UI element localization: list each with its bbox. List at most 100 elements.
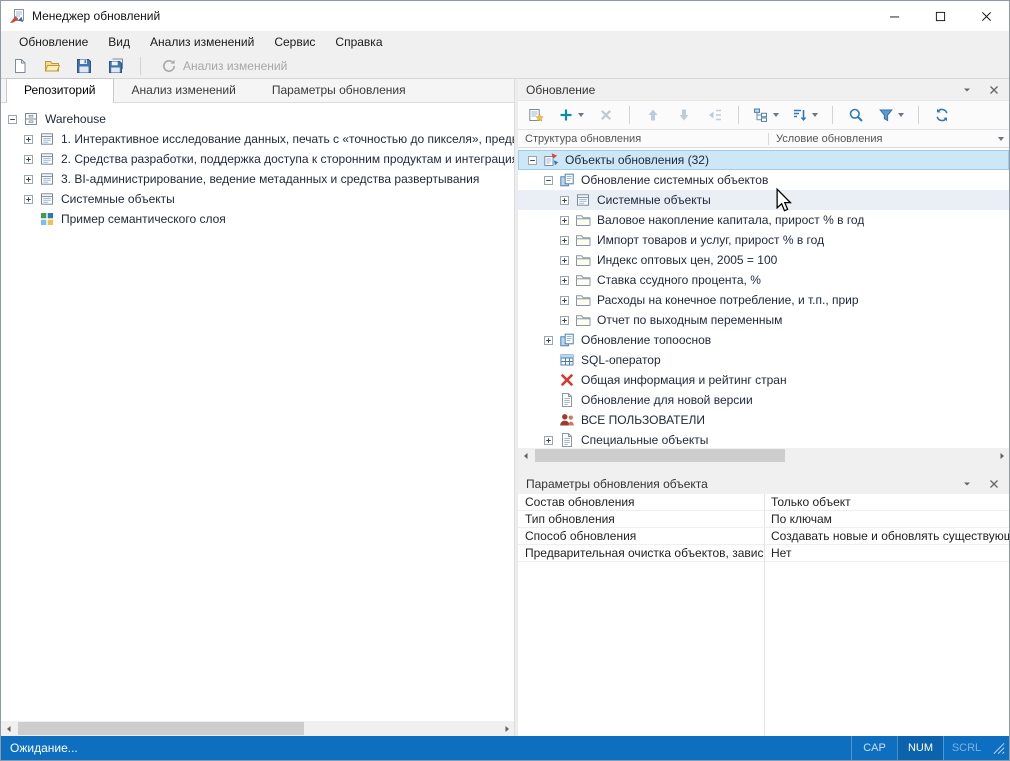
tree-item-label: 2. Средства разработки, поддержка доступ… <box>61 152 514 166</box>
scroll-left-arrow[interactable] <box>1 721 16 736</box>
save-all-button[interactable] <box>104 55 128 77</box>
tree-item[interactable]: Warehouse <box>1 109 514 129</box>
menu-item-2[interactable]: Анализ изменений <box>140 32 264 52</box>
close-button[interactable] <box>963 1 1009 31</box>
scroll-thumb[interactable] <box>18 722 304 735</box>
new-button[interactable] <box>8 55 32 77</box>
tree-item[interactable]: Ставка ссудного процента, % <box>518 270 1009 290</box>
add-button[interactable] <box>555 104 587 126</box>
property-row[interactable]: Тип обновленияПо ключам <box>518 511 1009 528</box>
expand-icon[interactable] <box>24 195 33 204</box>
toolbar-separator <box>738 106 739 124</box>
move-up-button <box>641 104 665 126</box>
expand-icon[interactable] <box>560 236 569 245</box>
open-button[interactable] <box>40 55 64 77</box>
dropdown-caret-icon <box>898 113 904 117</box>
tree-item[interactable]: Обновление топооснов <box>518 330 1009 350</box>
collapse-icon[interactable] <box>8 115 17 124</box>
expand-icon[interactable] <box>560 296 569 305</box>
property-row[interactable]: Предварительная очистка объектов, зависи… <box>518 545 1009 562</box>
expand-icon[interactable] <box>560 196 569 205</box>
collapse-icon[interactable] <box>544 176 553 185</box>
users-icon <box>559 412 575 428</box>
resize-grip[interactable] <box>989 739 1009 758</box>
menu-item-4[interactable]: Справка <box>325 32 392 52</box>
filter-button[interactable] <box>875 104 907 126</box>
tree-item[interactable]: Индекс оптовых цен, 2005 = 100 <box>518 250 1009 270</box>
pane-menu-caret-icon[interactable] <box>960 477 974 491</box>
scroll-right-arrow[interactable] <box>499 721 514 736</box>
tree-item[interactable]: Системные объекты <box>1 189 514 209</box>
arrow-up-icon <box>645 107 661 123</box>
column-options-caret-icon[interactable] <box>998 137 1004 141</box>
scroll-track[interactable] <box>16 721 499 736</box>
refresh-button[interactable] <box>930 104 954 126</box>
folder-icon <box>575 232 591 248</box>
tree-item[interactable]: 2. Средства разработки, поддержка доступ… <box>1 149 514 169</box>
property-name: Состав обновления <box>518 495 764 509</box>
tab-0[interactable]: Репозиторий <box>6 78 114 103</box>
tree-item[interactable]: Специальные объекты <box>518 430 1009 448</box>
right-horizontal-scrollbar[interactable] <box>518 448 1009 463</box>
app-window: Менеджер обновлений ОбновлениеВидАнализ … <box>0 0 1010 761</box>
update-pane-header: Обновление <box>518 79 1009 100</box>
repository-pane: РепозиторийАнализ измененийПараметры обн… <box>1 79 515 736</box>
tree-item-label: Общая информация и рейтинг стран <box>581 373 787 387</box>
tree-item[interactable]: Расходы на конечное потребление, и т.п.,… <box>518 290 1009 310</box>
menu-item-1[interactable]: Вид <box>98 32 140 52</box>
tree-item[interactable]: 3. BI-администрирование, ведение метадан… <box>1 169 514 189</box>
scroll-right-arrow[interactable] <box>994 448 1009 463</box>
pane-gap <box>518 463 1009 473</box>
collapse-icon[interactable] <box>528 156 537 165</box>
expand-icon[interactable] <box>544 336 553 345</box>
column-structure[interactable]: Структура обновления <box>518 133 768 145</box>
scroll-track[interactable] <box>533 448 994 463</box>
tree-item[interactable]: Обновление для новой версии <box>518 390 1009 410</box>
property-row[interactable]: Состав обновленияТолько объект <box>518 494 1009 511</box>
tree-item[interactable]: Пример семантического слоя <box>1 209 514 229</box>
expand-icon[interactable] <box>24 155 33 164</box>
tree-view-button[interactable] <box>750 104 782 126</box>
dropdown-caret-icon <box>578 113 584 117</box>
tree-item-label: Обновление системных объектов <box>581 173 768 187</box>
expand-icon[interactable] <box>24 135 33 144</box>
tree-item[interactable]: Системные объекты <box>518 190 1009 210</box>
tree-item[interactable]: ВСЕ ПОЛЬЗОВАТЕЛИ <box>518 410 1009 430</box>
scroll-thumb[interactable] <box>535 449 785 462</box>
tree-item-label: Warehouse <box>45 112 106 126</box>
tree-item[interactable]: Отчет по выходным переменным <box>518 310 1009 330</box>
tab-1[interactable]: Анализ изменений <box>114 78 254 102</box>
expand-icon[interactable] <box>560 256 569 265</box>
property-row[interactable]: Способ обновленияСоздавать новые и обнов… <box>518 528 1009 545</box>
left-horizontal-scrollbar[interactable] <box>1 721 514 736</box>
pane-close-icon[interactable] <box>987 83 1001 97</box>
tree-item[interactable]: Обновление системных объектов <box>518 170 1009 190</box>
tree-item[interactable]: Валовое накопление капитала, прирост % в… <box>518 210 1009 230</box>
menu-item-3[interactable]: Сервис <box>264 32 325 52</box>
expand-icon[interactable] <box>24 175 33 184</box>
tree-item[interactable]: Импорт товаров и услуг, прирост % в год <box>518 230 1009 250</box>
tree-item-label: Пример семантического слоя <box>61 212 226 226</box>
tree-item[interactable]: SQL-оператор <box>518 350 1009 370</box>
column-condition[interactable]: Условие обновления <box>768 133 1009 145</box>
maximize-button[interactable] <box>917 1 963 31</box>
save-button[interactable] <box>72 55 96 77</box>
tree-item[interactable]: Объекты обновления (32) <box>518 150 1009 170</box>
tab-2[interactable]: Параметры обновления <box>254 78 424 102</box>
expand-icon[interactable] <box>560 276 569 285</box>
tree-item-label: Индекс оптовых цен, 2005 = 100 <box>597 253 777 267</box>
tree-item[interactable]: Общая информация и рейтинг стран <box>518 370 1009 390</box>
pane-menu-caret-icon[interactable] <box>960 83 974 97</box>
sort-button[interactable] <box>789 104 821 126</box>
pane-close-icon[interactable] <box>987 477 1001 491</box>
expand-icon[interactable] <box>544 436 553 445</box>
expand-icon[interactable] <box>560 316 569 325</box>
menu-item-0[interactable]: Обновление <box>9 32 98 52</box>
arrow-down-icon <box>676 107 692 123</box>
tree-item[interactable]: 1. Интерактивное исследование данных, пе… <box>1 129 514 149</box>
new-object-button[interactable] <box>524 104 548 126</box>
scroll-left-arrow[interactable] <box>518 448 533 463</box>
expand-icon[interactable] <box>560 216 569 225</box>
search-button[interactable] <box>844 104 868 126</box>
minimize-button[interactable] <box>871 1 917 31</box>
